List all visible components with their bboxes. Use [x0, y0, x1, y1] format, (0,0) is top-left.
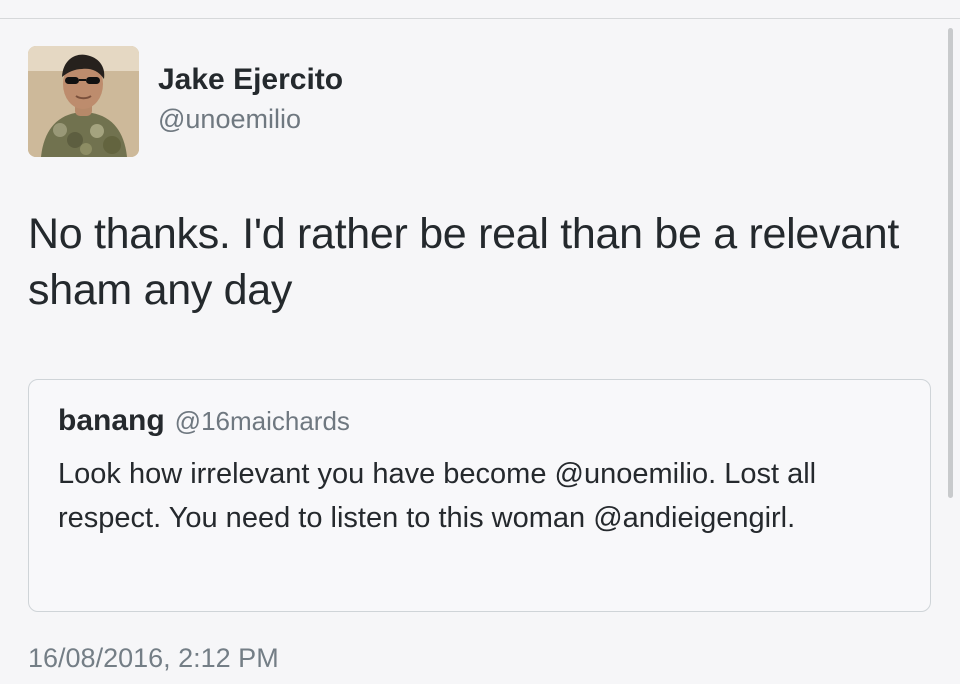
quoted-tweet-text: Look how irrelevant you have become @uno…: [58, 458, 817, 534]
vertical-scrollbar[interactable]: [948, 28, 953, 498]
tweet-timestamp[interactable]: 16/08/2016, 2:12 PM: [28, 643, 279, 674]
tweet-screen: Jake Ejercito @unoemilio No thanks. I'd …: [0, 0, 960, 684]
author-handle[interactable]: @unoemilio: [158, 104, 301, 135]
author-name[interactable]: Jake Ejercito: [158, 63, 343, 97]
author-avatar[interactable]: [28, 46, 139, 157]
quoted-tweet-card[interactable]: banang @16maichards Look how irrelevant y…: [28, 379, 931, 612]
quoted-author-name[interactable]: banang: [58, 404, 165, 437]
profile-photo-icon: [28, 46, 139, 157]
quoted-author-handle[interactable]: @16maichards: [175, 406, 350, 436]
quoted-tweet-header: banang @16maichards: [58, 404, 350, 438]
tweet-container: Jake Ejercito @unoemilio No thanks. I'd …: [0, 0, 960, 684]
tweet-text: No thanks. I'd rather be real than be a …: [28, 210, 900, 314]
